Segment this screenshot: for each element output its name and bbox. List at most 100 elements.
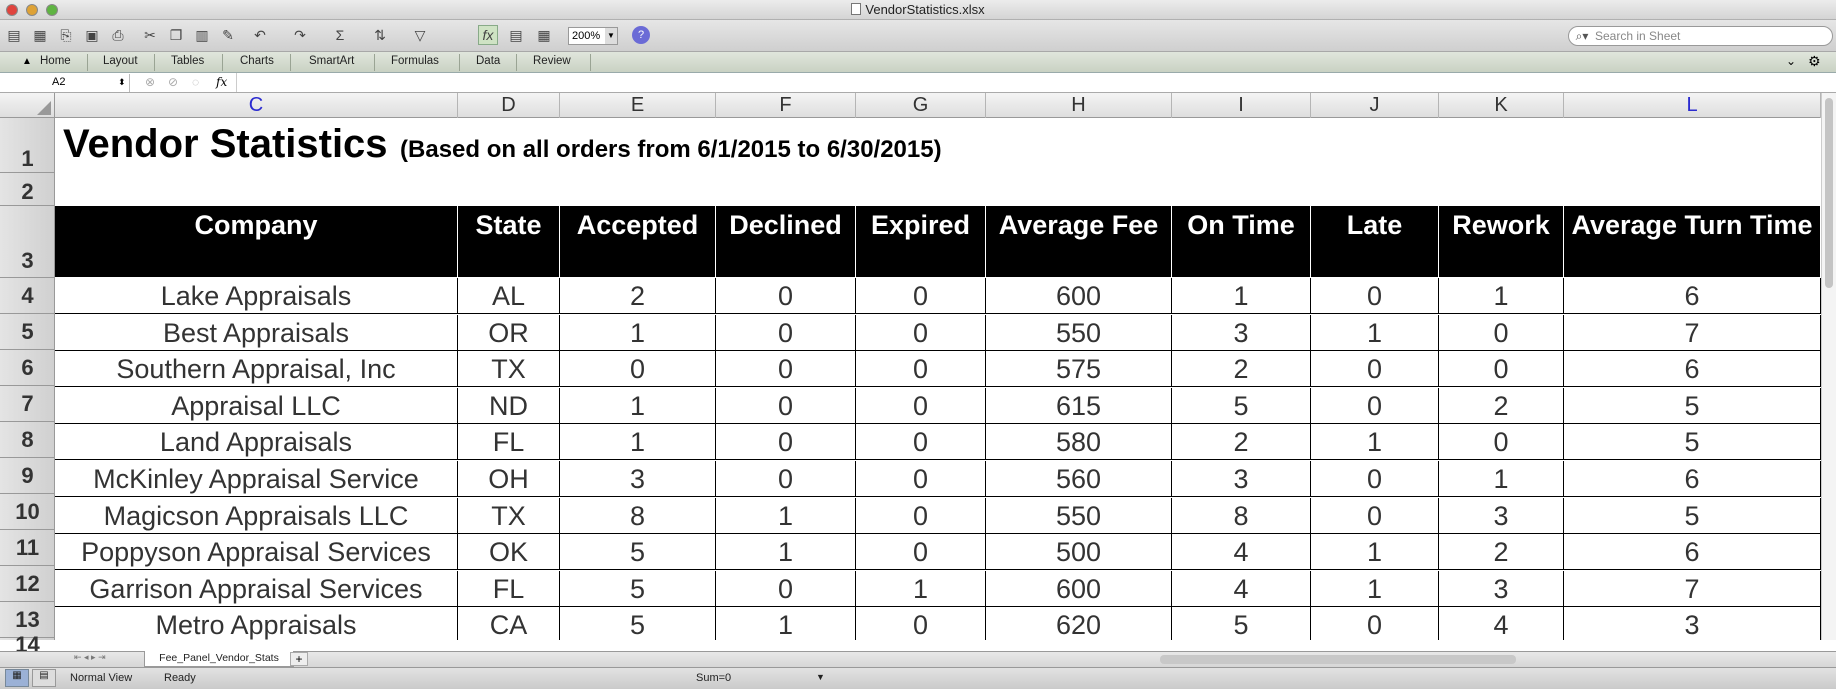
cell-declined[interactable]: 0 (716, 351, 856, 388)
cell-average-fee[interactable]: 550 (986, 497, 1172, 534)
cell-average-fee[interactable]: 575 (986, 351, 1172, 388)
column-header-f[interactable]: F (716, 93, 856, 118)
add-sheet-button[interactable]: + (290, 652, 308, 666)
tab-smartart[interactable]: SmartArt (309, 55, 354, 67)
cell-rework[interactable]: 1 (1439, 278, 1564, 314)
cell-state[interactable]: TX (458, 497, 560, 534)
cell-expired[interactable]: 0 (856, 534, 986, 571)
cell-average-fee[interactable]: 620 (986, 607, 1172, 640)
row-header[interactable]: 1 (0, 118, 55, 173)
sheet-grid[interactable]: Vendor Statistics (Based on all orders f… (55, 118, 1821, 640)
cell-on-time[interactable]: 8 (1172, 497, 1311, 534)
cut-icon[interactable]: ✂ (140, 25, 160, 45)
cell-late[interactable]: 0 (1311, 387, 1439, 424)
cell-company[interactable]: Metro Appraisals (55, 607, 458, 640)
cell-average-fee[interactable]: 550 (986, 314, 1172, 351)
cell-declined[interactable]: 1 (716, 607, 856, 640)
column-header-l[interactable]: L (1564, 93, 1821, 118)
cell-rework[interactable]: 3 (1439, 570, 1564, 607)
cell-expired[interactable]: 0 (856, 278, 986, 314)
cell-declined[interactable]: 0 (716, 387, 856, 424)
vertical-scroll-thumb[interactable] (1825, 98, 1833, 288)
cell-declined[interactable]: 0 (716, 461, 856, 497)
cell-average-turn-time[interactable]: 6 (1564, 351, 1821, 388)
cell-state[interactable]: FL (458, 570, 560, 607)
tab-nav-arrows-icon[interactable]: ⇤ ◂ ▸ ⇥ (74, 652, 106, 663)
cell-on-time[interactable]: 3 (1172, 461, 1311, 497)
cell-declined[interactable]: 0 (716, 424, 856, 461)
cancel-formula-icon[interactable]: ⊗ (145, 75, 155, 89)
row-header[interactable]: 5 (0, 314, 55, 350)
help-icon[interactable]: ? (632, 26, 650, 44)
cell-rework[interactable]: 1 (1439, 461, 1564, 497)
cell-average-turn-time[interactable]: 6 (1564, 461, 1821, 497)
zoom-select[interactable]: 200% ▼ (568, 27, 618, 45)
format-painter-icon[interactable]: ✎ (218, 25, 238, 45)
row-header[interactable]: 7 (0, 386, 55, 422)
cell-state[interactable]: ND (458, 387, 560, 424)
status-sum[interactable]: Sum=0 (696, 672, 731, 684)
media-icon[interactable]: ▦ (534, 25, 554, 45)
sheet-tab-fee-panel-vendor-stats[interactable]: Fee_Panel_Vendor_Stats (144, 651, 294, 667)
cell-company[interactable]: Land Appraisals (55, 424, 458, 461)
tab-review[interactable]: Review (533, 55, 571, 67)
cell-rework[interactable]: 0 (1439, 314, 1564, 351)
column-heading-rework[interactable]: Rework (1439, 206, 1564, 277)
cell-state[interactable]: FL (458, 424, 560, 461)
vertical-scrollbar[interactable] (1821, 93, 1836, 640)
cell-average-turn-time[interactable]: 6 (1564, 534, 1821, 571)
cell-late[interactable]: 0 (1311, 278, 1439, 314)
cell-expired[interactable]: 0 (856, 607, 986, 640)
cell-company[interactable]: Garrison Appraisal Services (55, 570, 458, 607)
cell-average-turn-time[interactable]: 6 (1564, 278, 1821, 314)
cell-accepted[interactable]: 5 (560, 570, 716, 607)
cell-state[interactable]: OR (458, 314, 560, 351)
cell-company[interactable]: Lake Appraisals (55, 278, 458, 314)
cell-accepted[interactable]: 5 (560, 607, 716, 640)
cell-declined[interactable]: 0 (716, 570, 856, 607)
filter-icon[interactable]: ▽ (410, 25, 430, 45)
cell-late[interactable]: 1 (1311, 570, 1439, 607)
toolbox-icon[interactable]: ▤ (506, 25, 526, 45)
page-layout-view-button[interactable]: ▤ (32, 669, 56, 687)
open-icon[interactable]: ⎘ (56, 25, 76, 45)
cell-declined[interactable]: 1 (716, 497, 856, 534)
row-header[interactable]: 3 (0, 206, 55, 278)
column-heading-declined[interactable]: Declined (716, 206, 856, 277)
chevron-down-icon[interactable]: ▼ (816, 672, 825, 682)
row-header[interactable]: 2 (0, 173, 55, 206)
name-box[interactable]: A2 ⬍ (0, 74, 130, 92)
cell-state[interactable]: OK (458, 534, 560, 571)
cell-on-time[interactable]: 2 (1172, 351, 1311, 388)
sheet-title[interactable]: Vendor Statistics (63, 122, 388, 166)
paste-icon[interactable]: ▥ (192, 25, 212, 45)
cell-average-fee[interactable]: 500 (986, 534, 1172, 571)
row-header[interactable]: 12 (0, 566, 55, 602)
cell-state[interactable]: OH (458, 461, 560, 497)
tab-formulas[interactable]: Formulas (391, 55, 439, 67)
cell-average-turn-time[interactable]: 5 (1564, 497, 1821, 534)
cell-accepted[interactable]: 2 (560, 278, 716, 314)
sort-icon[interactable]: ⇅ (370, 25, 390, 45)
row-header[interactable]: 8 (0, 422, 55, 458)
row-header[interactable]: 10 (0, 494, 55, 530)
cell-rework[interactable]: 4 (1439, 607, 1564, 640)
cell-company[interactable]: Magicson Appraisals LLC (55, 497, 458, 534)
column-heading-state[interactable]: State (458, 206, 560, 277)
cell-expired[interactable]: 1 (856, 570, 986, 607)
cell-accepted[interactable]: 1 (560, 424, 716, 461)
row-header[interactable]: 9 (0, 458, 55, 494)
autosum-icon[interactable]: Σ (330, 25, 350, 45)
save-icon[interactable]: ▣ (82, 25, 102, 45)
cell-average-fee[interactable]: 600 (986, 570, 1172, 607)
redo-icon[interactable]: ↷ (290, 25, 310, 45)
row-header[interactable]: 4 (0, 278, 55, 314)
cell-rework[interactable]: 2 (1439, 534, 1564, 571)
cell-company[interactable]: Appraisal LLC (55, 387, 458, 424)
column-header-i[interactable]: I (1172, 93, 1311, 118)
cell-average-turn-time[interactable]: 7 (1564, 570, 1821, 607)
confirm-formula-icon[interactable]: ⊘ (168, 75, 178, 89)
cell-average-turn-time[interactable]: 3 (1564, 607, 1821, 640)
cell-state[interactable]: TX (458, 351, 560, 388)
row-header[interactable]: 11 (0, 530, 55, 566)
